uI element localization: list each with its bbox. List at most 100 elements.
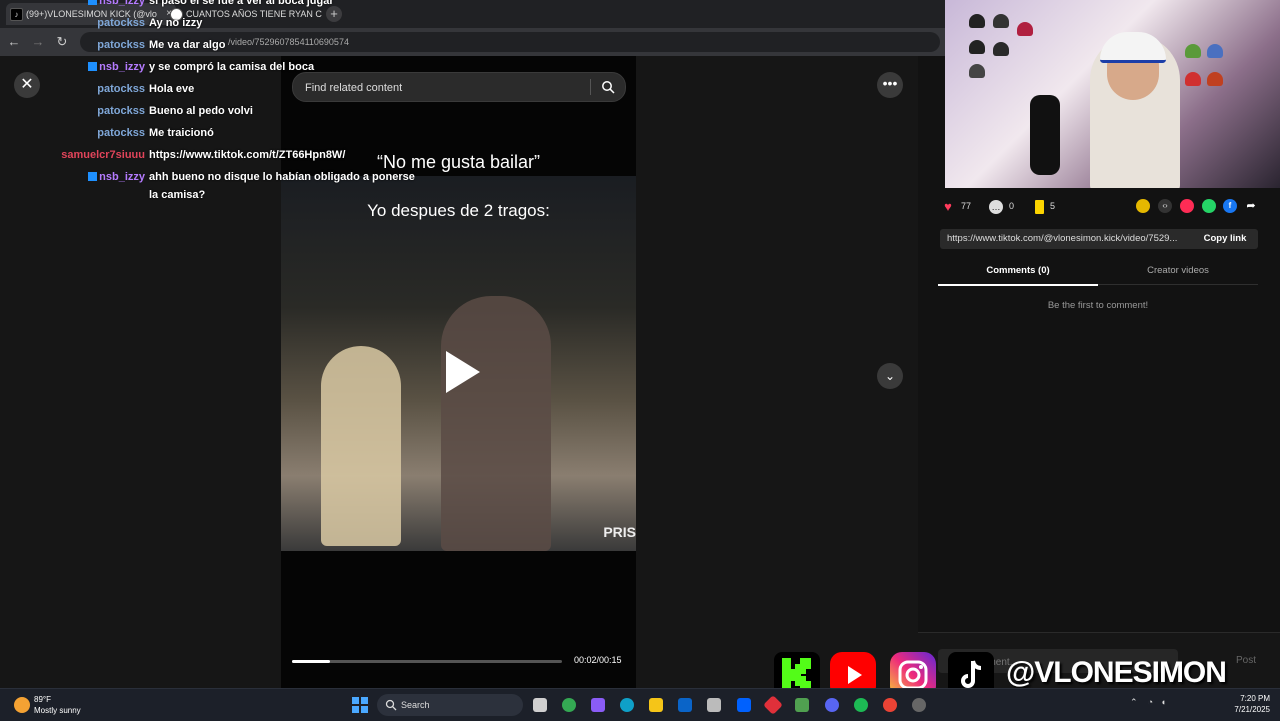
play-icon[interactable]: [446, 351, 480, 393]
chat-username[interactable]: nsb_izzy: [0, 0, 145, 8]
chat-text: Me traicionó: [149, 127, 214, 139]
chat-message: patockss Hola eve: [0, 82, 420, 98]
chat-username[interactable]: patockss: [0, 38, 145, 52]
video-person-left: [321, 346, 401, 546]
chat-username-text: nsb_izzy: [99, 61, 145, 73]
tab-creator-videos[interactable]: Creator videos: [1098, 258, 1258, 284]
dropbox-icon[interactable]: [737, 698, 751, 712]
chat-username-text: nsb_izzy: [99, 0, 145, 7]
chat-username[interactable]: nsb_izzy: [0, 170, 145, 184]
chat-message: nsb_izzy ahh bueno no disque lo habían ob…: [0, 170, 420, 186]
store-icon[interactable]: [707, 698, 721, 712]
search-icon[interactable]: [601, 80, 615, 94]
search-icon: [385, 699, 397, 711]
taskbar-search[interactable]: Search: [377, 694, 523, 716]
system-tray[interactable]: ⌃ ◔ ◖: [1130, 697, 1166, 708]
progress-fill: [292, 660, 330, 663]
chrome-profile-icon[interactable]: [883, 698, 897, 712]
wall-cap: [993, 14, 1009, 28]
comment-count: 0: [1009, 201, 1015, 211]
chrome-icon[interactable]: [562, 698, 576, 712]
discord-icon[interactable]: [825, 698, 839, 712]
chat-username-text: patockss: [97, 39, 145, 51]
file-explorer-icon[interactable]: [649, 698, 663, 712]
chat-text: y se compró la camisa del boca: [149, 61, 315, 73]
chat-message: nsb_izzy si paso el se fue a ver al boca …: [0, 0, 420, 10]
video-watermark: PRIS: [603, 524, 636, 540]
comment-bubble-icon: …: [989, 199, 1003, 214]
chevron-up-icon[interactable]: ⌃: [1130, 697, 1138, 707]
wall-cap: [1185, 72, 1201, 86]
sun-icon: [14, 697, 30, 713]
app-icon[interactable]: [795, 698, 809, 712]
chat-badge-icon: [88, 172, 98, 181]
edge-icon[interactable]: [620, 698, 634, 712]
copy-link-button[interactable]: Copy link: [1192, 229, 1258, 249]
chat-message: la camisa?: [0, 188, 420, 204]
weather-widget[interactable]: 89°F Mostly sunny: [14, 693, 124, 717]
system-clock[interactable]: 7:20 PM 7/21/2025: [1228, 693, 1270, 715]
whatsapp-icon[interactable]: [1202, 199, 1216, 213]
chat-username-text: patockss: [97, 83, 145, 95]
video-time: 00:02/00:15: [574, 655, 622, 665]
video-person-right: [441, 296, 551, 551]
share-arrow-icon[interactable]: ➦: [1244, 199, 1258, 213]
app-icon[interactable]: [763, 695, 783, 715]
app-icon[interactable]: [912, 698, 926, 712]
clock-time: 7:20 PM: [1240, 694, 1270, 703]
chat-username[interactable]: samuelcr7siuuu: [0, 148, 145, 162]
streamer-handle: @VLONESIMON: [1006, 656, 1227, 689]
embed-code-icon[interactable]: ‹›: [1158, 199, 1172, 213]
wall-cap: [1207, 72, 1223, 86]
chat-badge-icon: [88, 62, 98, 71]
chat-username[interactable]: nsb_izzy: [0, 60, 145, 74]
chat-username[interactable]: patockss: [0, 104, 145, 118]
chat-text: Me va dar algo: [149, 39, 226, 51]
tab-comments[interactable]: Comments (0): [938, 258, 1098, 286]
facebook-icon[interactable]: f: [1223, 199, 1237, 213]
wall-cap: [969, 40, 985, 54]
progress-bar[interactable]: [292, 660, 562, 663]
video-link-box: https://www.tiktok.com/@vlonesimon.kick/…: [940, 229, 1258, 249]
windows-start-icon[interactable]: [352, 697, 368, 713]
more-options-button[interactable]: •••: [877, 72, 903, 98]
task-view-icon[interactable]: [533, 698, 547, 712]
like-stat[interactable]: ♥ 77: [941, 199, 971, 214]
chat-username-text: nsb_izzy: [99, 171, 145, 183]
live-chat-overlay: nsb_izzy si paso el se fue a ver al boca …: [0, 0, 420, 210]
send-icon[interactable]: [1180, 199, 1194, 213]
chat-text: si paso el se fue a ver al boca jugar: [149, 0, 334, 7]
video-link-url[interactable]: https://www.tiktok.com/@vlonesimon.kick/…: [947, 229, 1187, 249]
wifi-icon[interactable]: ◔: [1148, 697, 1153, 707]
chat-username-text: samuelcr7siuuu: [61, 149, 145, 161]
chat-text: Hola eve: [149, 83, 195, 95]
coin-share-icon[interactable]: [1136, 199, 1150, 213]
search-divider: [590, 79, 591, 95]
copilot-icon[interactable]: [591, 698, 605, 712]
chat-username[interactable]: patockss: [0, 16, 145, 30]
taskbar-search-label: Search: [401, 700, 430, 710]
like-count: 77: [961, 201, 972, 211]
chat-message: patockss Ay no izzy: [0, 16, 420, 32]
spotify-icon[interactable]: [854, 698, 868, 712]
comment-stat[interactable]: … 0: [989, 199, 1014, 214]
chat-username-text: patockss: [97, 127, 145, 139]
chat-badge-icon: [88, 0, 98, 5]
microphone: [1030, 95, 1060, 175]
empty-comments-message: Be the first to comment!: [1047, 300, 1149, 311]
wall-cap: [969, 64, 985, 78]
chat-username[interactable]: patockss: [0, 126, 145, 140]
next-video-button[interactable]: ⌄: [877, 363, 903, 389]
outlook-icon[interactable]: [678, 698, 692, 712]
chat-username-text: patockss: [97, 105, 145, 117]
wall-cap: [993, 42, 1009, 56]
weather-condition: Mostly sunny: [34, 706, 81, 715]
chat-text: la camisa?: [149, 189, 206, 201]
chat-username[interactable]: patockss: [0, 82, 145, 96]
volume-icon[interactable]: ◖: [1161, 697, 1166, 707]
bookmark-icon: [1035, 199, 1044, 214]
save-count: 5: [1050, 201, 1056, 211]
wall-cap: [1185, 44, 1201, 58]
chat-text: ahh bueno no disque lo habían obligado a…: [149, 171, 415, 183]
save-stat[interactable]: 5: [1035, 199, 1055, 214]
